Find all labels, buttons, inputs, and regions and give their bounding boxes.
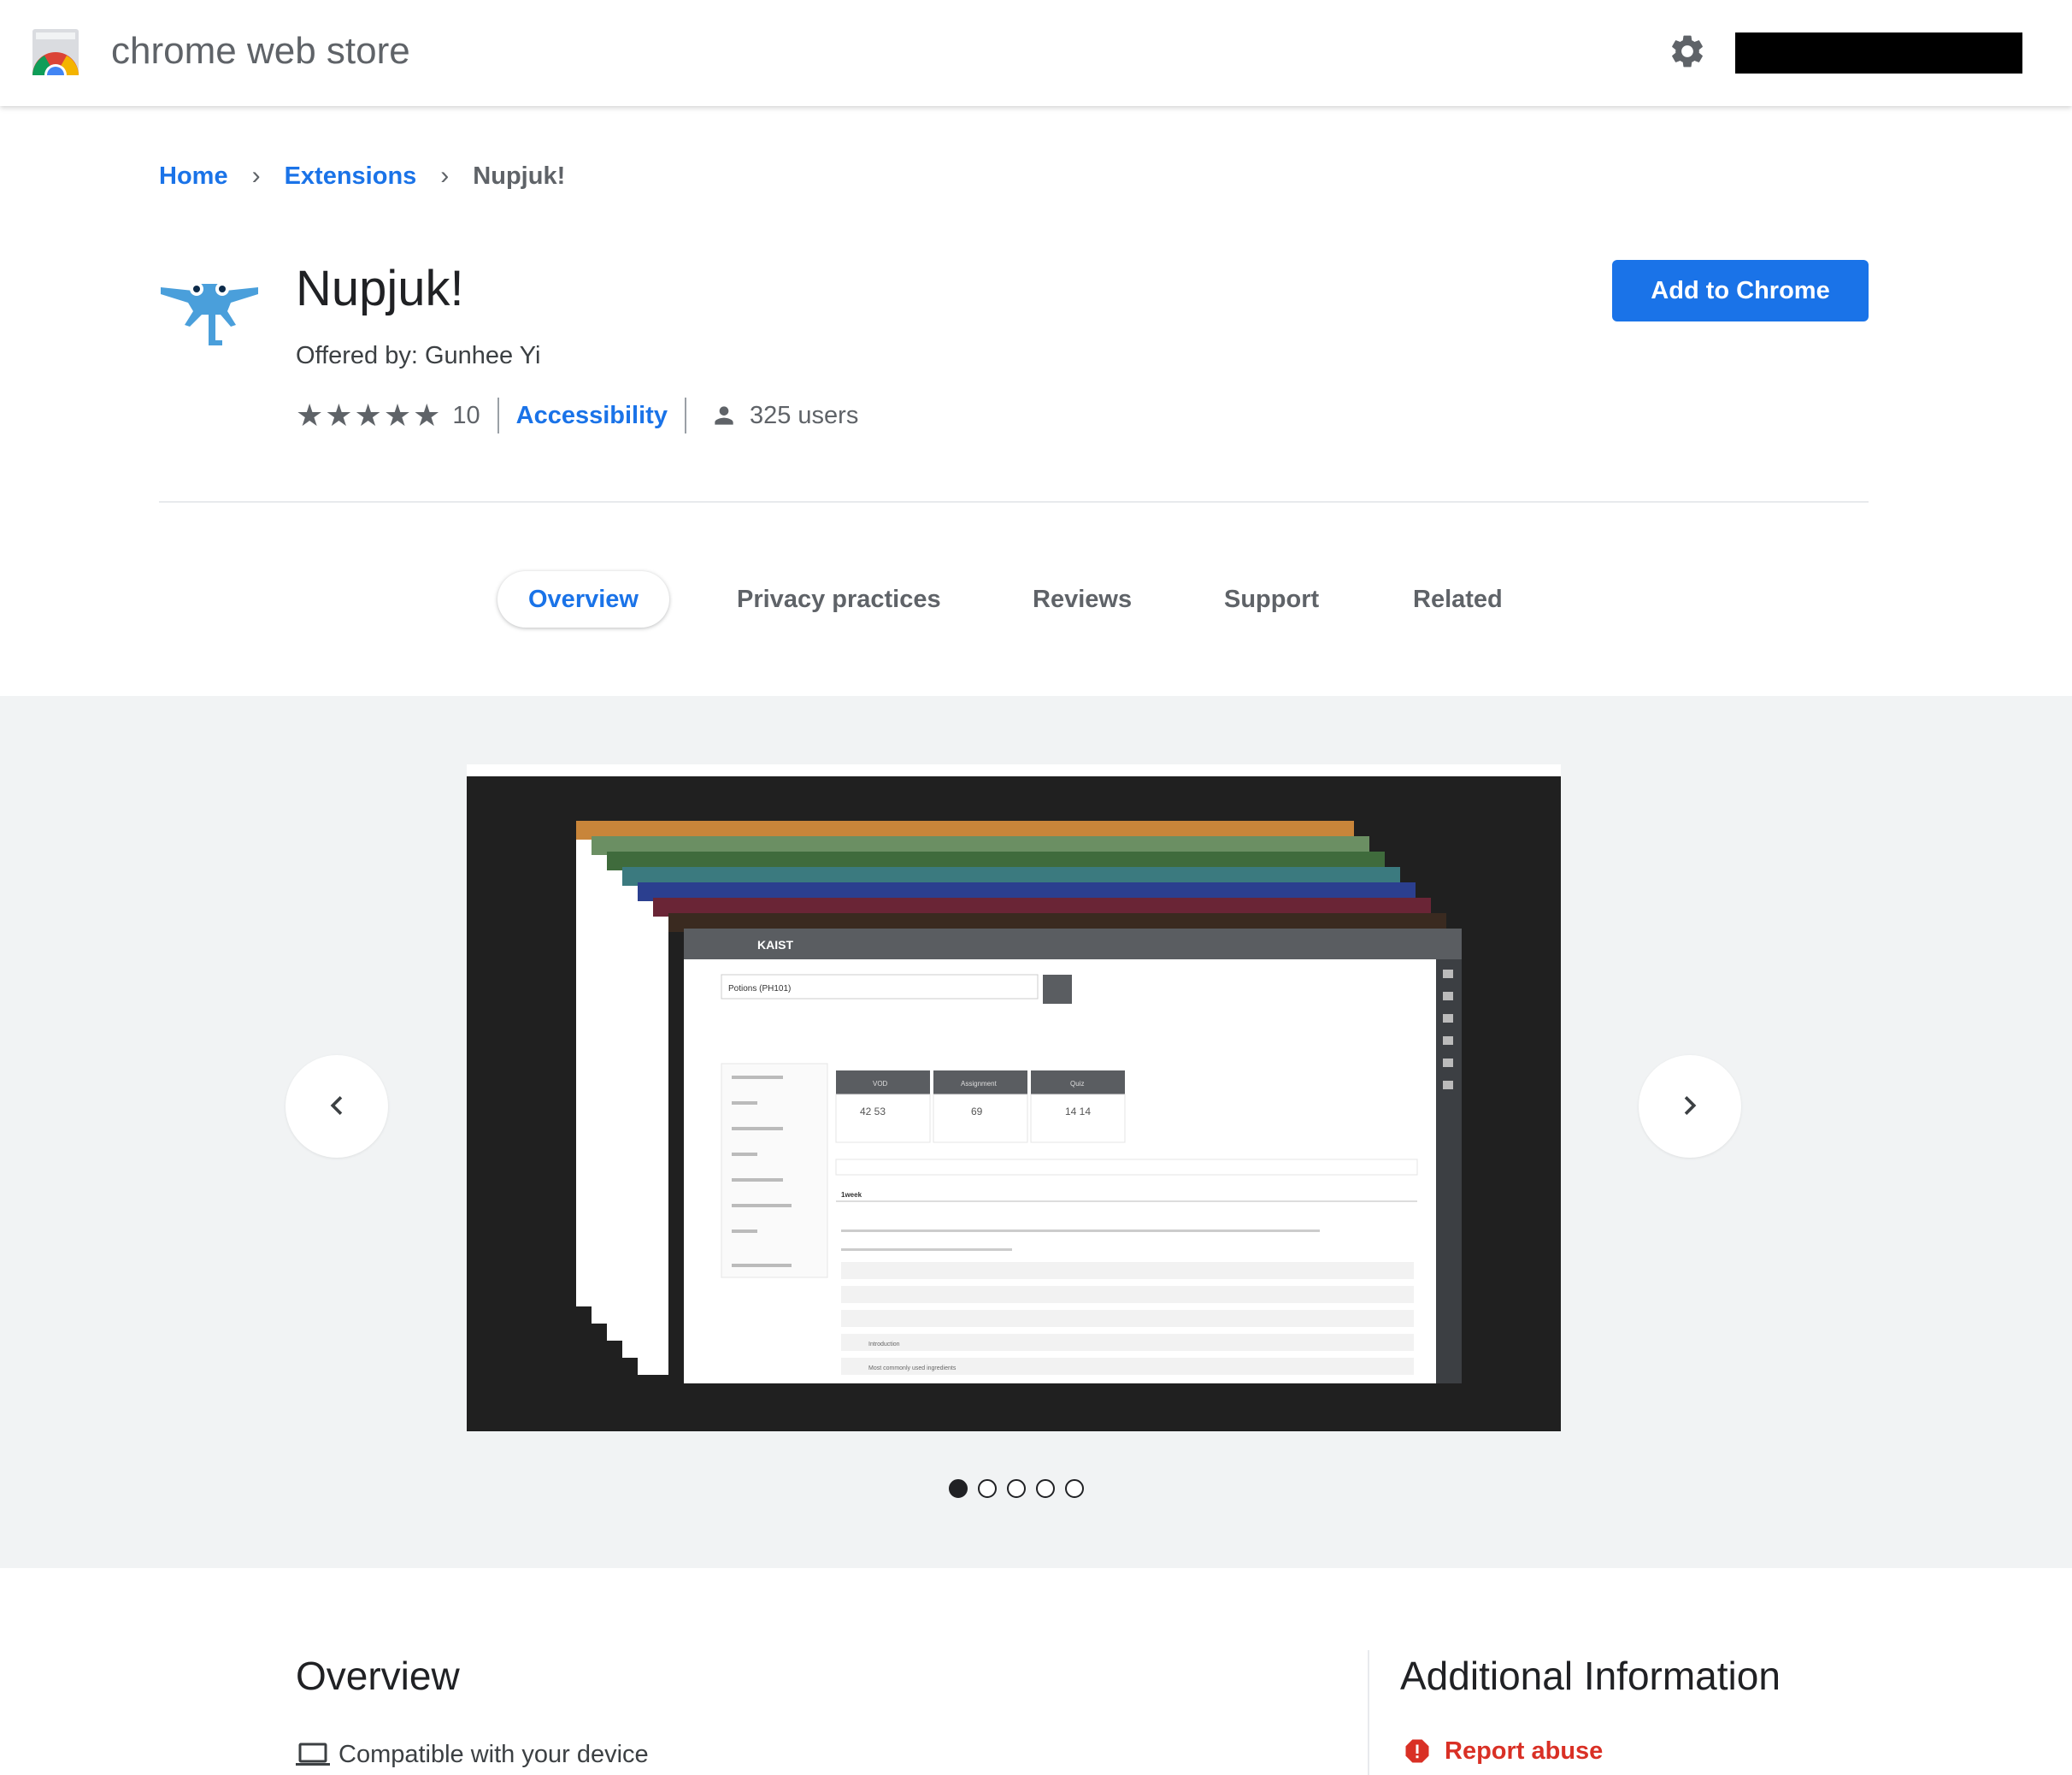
slide-dot-2[interactable] bbox=[978, 1479, 997, 1498]
tab-reviews[interactable]: Reviews bbox=[1033, 571, 1132, 628]
slide-dot-3[interactable] bbox=[1007, 1479, 1026, 1498]
rating-stars[interactable]: ★★★★★ bbox=[296, 398, 442, 433]
store-title[interactable]: chrome web store bbox=[111, 27, 410, 75]
slide-item-ingredients: Most commonly used ingredients bbox=[868, 1365, 957, 1371]
slide-course: Potions (PH101) bbox=[728, 984, 791, 994]
previous-slide-button[interactable] bbox=[285, 1055, 388, 1158]
tab-related[interactable]: Related bbox=[1413, 571, 1503, 628]
account-redacted[interactable] bbox=[1735, 32, 2022, 74]
chevron-right-icon bbox=[1684, 1095, 1697, 1115]
breadcrumb-separator: › bbox=[440, 162, 450, 190]
gear-icon[interactable] bbox=[1668, 32, 1707, 71]
stat-value-vod: 42 53 bbox=[860, 1106, 886, 1117]
slide-item-introduction: Introduction bbox=[868, 1342, 900, 1347]
rating-count[interactable]: 10 bbox=[452, 402, 480, 430]
user-icon bbox=[715, 406, 733, 425]
breadcrumb-extensions[interactable]: Extensions bbox=[285, 159, 417, 193]
offered-by: Offered by: Gunhee Yi bbox=[296, 342, 541, 369]
stat-value-quiz: 14 14 bbox=[1065, 1106, 1091, 1117]
breadcrumb-separator: › bbox=[251, 162, 261, 190]
meta-divider bbox=[684, 398, 686, 433]
breadcrumb-current: Nupjuk! bbox=[473, 162, 566, 190]
compatibility-text: Compatible with your device bbox=[338, 1741, 649, 1768]
item-meta: ★★★★★ 10 Accessibility 325 users bbox=[296, 398, 858, 433]
next-slide-button[interactable] bbox=[1639, 1055, 1741, 1158]
screenshot-gallery: KAIST Potions (PH101) VOD Assignment Qui… bbox=[0, 696, 2072, 1568]
category-link[interactable]: Accessibility bbox=[516, 402, 668, 430]
nupjuk-icon bbox=[161, 282, 258, 345]
slide-week-label: 1week bbox=[841, 1191, 862, 1199]
slide-dot-5[interactable] bbox=[1065, 1479, 1084, 1498]
tab-support[interactable]: Support bbox=[1224, 571, 1319, 628]
laptop-icon bbox=[296, 1743, 330, 1766]
slide-frame: KAIST Potions (PH101) VOD Assignment Qui… bbox=[467, 764, 1561, 1431]
top-bar: chrome web store bbox=[0, 0, 2072, 106]
slide-brand: KAIST bbox=[757, 938, 793, 952]
additional-info-heading: Additional Information bbox=[1400, 1654, 1781, 1698]
stat-header-assignment: Assignment bbox=[961, 1080, 998, 1088]
breadcrumb-home[interactable]: Home bbox=[159, 159, 228, 193]
add-to-chrome-button[interactable]: Add to Chrome bbox=[1612, 260, 1869, 321]
slide-dot-1[interactable] bbox=[949, 1479, 968, 1498]
overview-heading: Overview bbox=[296, 1654, 460, 1698]
tab-privacy-practices[interactable]: Privacy practices bbox=[737, 571, 941, 628]
slide-screenshot[interactable]: KAIST Potions (PH101) VOD Assignment Qui… bbox=[467, 776, 1561, 1431]
chevron-left-icon bbox=[330, 1095, 343, 1115]
tab-overview[interactable]: Overview bbox=[497, 571, 669, 628]
item-title: Nupjuk! bbox=[296, 261, 464, 316]
slide-illustration: KAIST Potions (PH101) VOD Assignment Qui… bbox=[576, 821, 1462, 1383]
stat-header-quiz: Quiz bbox=[1070, 1080, 1084, 1088]
column-divider bbox=[1368, 1650, 1369, 1775]
stat-header-vod: VOD bbox=[873, 1080, 888, 1088]
slide-dot-4[interactable] bbox=[1036, 1479, 1055, 1498]
breadcrumb: Home › Extensions › Nupjuk! bbox=[159, 159, 565, 193]
report-abuse-label[interactable]: Report abuse bbox=[1445, 1737, 1603, 1766]
chrome-web-store-logo-icon[interactable] bbox=[31, 29, 80, 75]
user-count: 325 users bbox=[749, 401, 859, 429]
alert-icon bbox=[1405, 1739, 1429, 1763]
slide-dots bbox=[949, 1479, 1084, 1498]
section-divider bbox=[159, 501, 1869, 503]
stat-value-assignment: 69 bbox=[971, 1106, 983, 1117]
meta-divider bbox=[497, 398, 499, 433]
report-abuse-link[interactable]: Report abuse bbox=[1402, 1736, 1603, 1766]
compatibility-note: Compatible with your device bbox=[296, 1737, 649, 1772]
